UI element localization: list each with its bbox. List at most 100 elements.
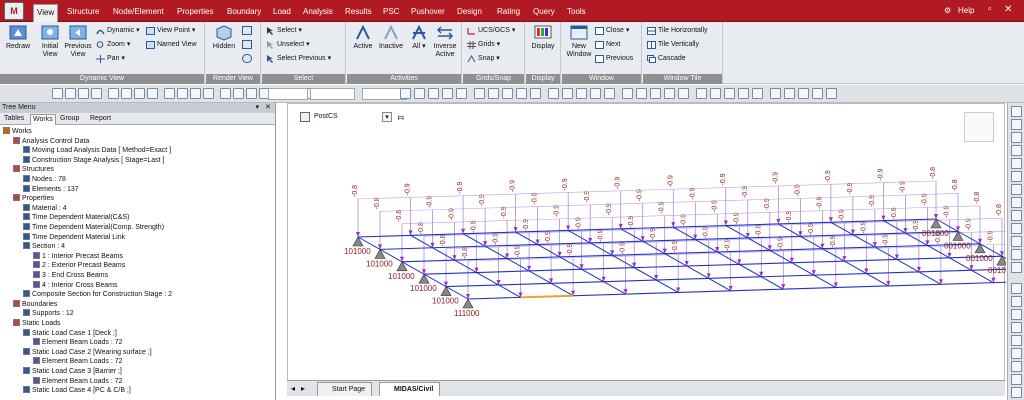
tab-psc[interactable]: PSC <box>380 5 402 21</box>
render-icon[interactable] <box>242 26 252 35</box>
right-tool-4-icon[interactable] <box>1011 158 1022 169</box>
light-icon[interactable] <box>242 54 252 63</box>
tab-analysis[interactable]: Analysis <box>300 5 336 21</box>
snap-dropdown[interactable]: Snap ▾ <box>467 54 500 64</box>
zoom-dropdown[interactable]: Zoom ▾ <box>96 40 130 50</box>
select-window-icon[interactable] <box>190 88 201 99</box>
tree-item[interactable]: Time Dependent Material(C&S) <box>23 213 129 222</box>
right-tool-17-icon[interactable] <box>1011 335 1022 346</box>
open-file-icon[interactable] <box>91 88 102 99</box>
app-logo[interactable]: M <box>4 2 24 20</box>
view-tool-8-icon[interactable] <box>516 88 527 99</box>
tab-results[interactable]: Results <box>342 5 375 21</box>
right-tool-5-icon[interactable] <box>1011 171 1022 182</box>
redraw-button[interactable]: Redraw <box>2 24 34 51</box>
right-tool-12-icon[interactable] <box>1011 262 1022 273</box>
tile-horizontally-button[interactable]: Tile Horizontally <box>647 26 708 36</box>
view-tool-11-icon[interactable] <box>562 88 573 99</box>
view-tool-1-icon[interactable] <box>414 88 425 99</box>
tab-node-element[interactable]: Node/Element <box>110 5 167 21</box>
tree-item[interactable]: 4 : Interior Cross Beams <box>33 280 117 290</box>
pan-dropdown[interactable]: Pan ▾ <box>96 54 125 64</box>
select-all-icon[interactable] <box>220 88 231 99</box>
new-file-icon[interactable] <box>78 88 89 99</box>
view-tool-3-icon[interactable] <box>442 88 453 99</box>
unselect-dropdown[interactable]: Unselect ▾ <box>266 40 310 50</box>
previous-window-button[interactable]: Previous <box>595 54 633 64</box>
view-tool-7-icon[interactable] <box>502 88 513 99</box>
print-icon[interactable] <box>121 88 132 99</box>
hidden-button[interactable]: Hidden <box>208 24 240 51</box>
right-tool-18-icon[interactable] <box>1011 348 1022 359</box>
right-tool-6-icon[interactable] <box>1011 184 1022 195</box>
tree-item[interactable]: Properties <box>13 194 54 203</box>
select-previous-dropdown[interactable]: Select Previous ▾ <box>266 54 331 64</box>
tab-query[interactable]: Query <box>530 5 558 21</box>
select-polygon-icon[interactable] <box>203 88 214 99</box>
toolbar-select-0[interactable] <box>268 88 308 100</box>
named-view-button[interactable]: Named View <box>146 40 197 50</box>
tab-tools[interactable]: Tools <box>564 5 589 21</box>
view-tool-24-icon[interactable] <box>752 88 763 99</box>
right-tool-14-icon[interactable] <box>1011 296 1022 307</box>
view-tool-18-icon[interactable] <box>664 88 675 99</box>
right-tool-0-icon[interactable] <box>1011 106 1022 117</box>
cut-icon[interactable] <box>134 88 145 99</box>
select-identify-icon[interactable] <box>233 88 244 99</box>
model-viewport[interactable]: -0.8 -0.9 -0.9 -0.9 -0.9 -0.9 -0.9 -0.9 -0.9 -0.9… <box>287 103 1006 395</box>
grids-dropdown[interactable]: Grids ▾ <box>467 40 500 50</box>
tab-view[interactable]: View <box>33 4 59 22</box>
viewcube[interactable] <box>964 112 994 142</box>
bridge-model-view[interactable]: -0.8 -0.9 -0.9 -0.9 -0.9 -0.9 -0.9 -0.9 -0.9 -0.9… <box>288 104 1006 380</box>
view-tool-5-icon[interactable] <box>474 88 485 99</box>
tree-item[interactable]: Supports : 12 <box>23 309 74 318</box>
right-tool-13-icon[interactable] <box>1011 283 1022 294</box>
stage-dropdown[interactable]: ▾ <box>382 112 392 122</box>
tile-vertically-button[interactable]: Tile Vertically <box>647 40 699 50</box>
tab-tables[interactable]: Tables <box>2 114 26 124</box>
tree-item[interactable]: Material : 4 <box>23 203 67 213</box>
view-tool-6-icon[interactable] <box>488 88 499 99</box>
view-tool-12-icon[interactable] <box>576 88 587 99</box>
view-tool-17-icon[interactable] <box>650 88 661 99</box>
tree-item[interactable]: 3 : End Cross Beams <box>33 271 108 280</box>
close-button[interactable]: Close ▾ <box>595 26 629 36</box>
previous-view-button[interactable]: Previous View <box>62 24 94 59</box>
tree-item[interactable]: Boundaries <box>13 299 57 309</box>
tree-item[interactable]: Structures <box>13 165 54 174</box>
view-tool-27-icon[interactable] <box>798 88 809 99</box>
right-tool-2-icon[interactable] <box>1011 132 1022 143</box>
tree-item[interactable]: Composite Section for Construction Stage… <box>23 290 172 299</box>
view-tool-25-icon[interactable] <box>770 88 781 99</box>
tree-item[interactable]: Elements : 137 <box>23 184 79 194</box>
tab-works[interactable]: Works <box>30 114 56 125</box>
pin-icon[interactable]: ▾ <box>255 103 259 113</box>
undo-icon[interactable] <box>52 88 63 99</box>
save-file-icon[interactable] <box>108 88 119 99</box>
tab-pushover[interactable]: Pushover <box>408 5 448 21</box>
tree-item[interactable]: Element Beam Loads : 72 <box>33 376 123 386</box>
view-tool-0-icon[interactable] <box>400 88 411 99</box>
unit-icon[interactable] <box>177 88 188 99</box>
view-tool-10-icon[interactable] <box>548 88 559 99</box>
view-tool-15-icon[interactable] <box>622 88 633 99</box>
tab-scroll-right-icon[interactable]: ▸ <box>301 384 305 393</box>
tab-report[interactable]: Report <box>88 114 113 124</box>
right-tool-11-icon[interactable] <box>1011 249 1022 260</box>
right-tool-20-icon[interactable] <box>1011 374 1022 385</box>
tab-design[interactable]: Design <box>454 5 485 21</box>
dynamic-dropdown[interactable]: Dynamic ▾ <box>96 26 140 36</box>
help-icon[interactable]: ⚙ <box>944 6 951 15</box>
view-tool-9-icon[interactable] <box>530 88 541 99</box>
view-tool-23-icon[interactable] <box>738 88 749 99</box>
tab-boundary[interactable]: Boundary <box>224 5 264 21</box>
view-tool-22-icon[interactable] <box>724 88 735 99</box>
view-tool-26-icon[interactable] <box>784 88 795 99</box>
tree-item[interactable]: Analysis Control Data <box>13 136 89 146</box>
select-dropdown[interactable]: Select ▾ <box>266 26 302 36</box>
right-tool-21-icon[interactable] <box>1011 387 1022 398</box>
tree-item[interactable]: 2 : Exterior Precast Beams <box>33 261 125 270</box>
stage-nav-icon[interactable]: ⧦ <box>398 112 410 122</box>
ucs-gcs-dropdown[interactable]: UCS/GCS ▾ <box>467 26 515 36</box>
unselect-all-icon[interactable] <box>246 88 257 99</box>
